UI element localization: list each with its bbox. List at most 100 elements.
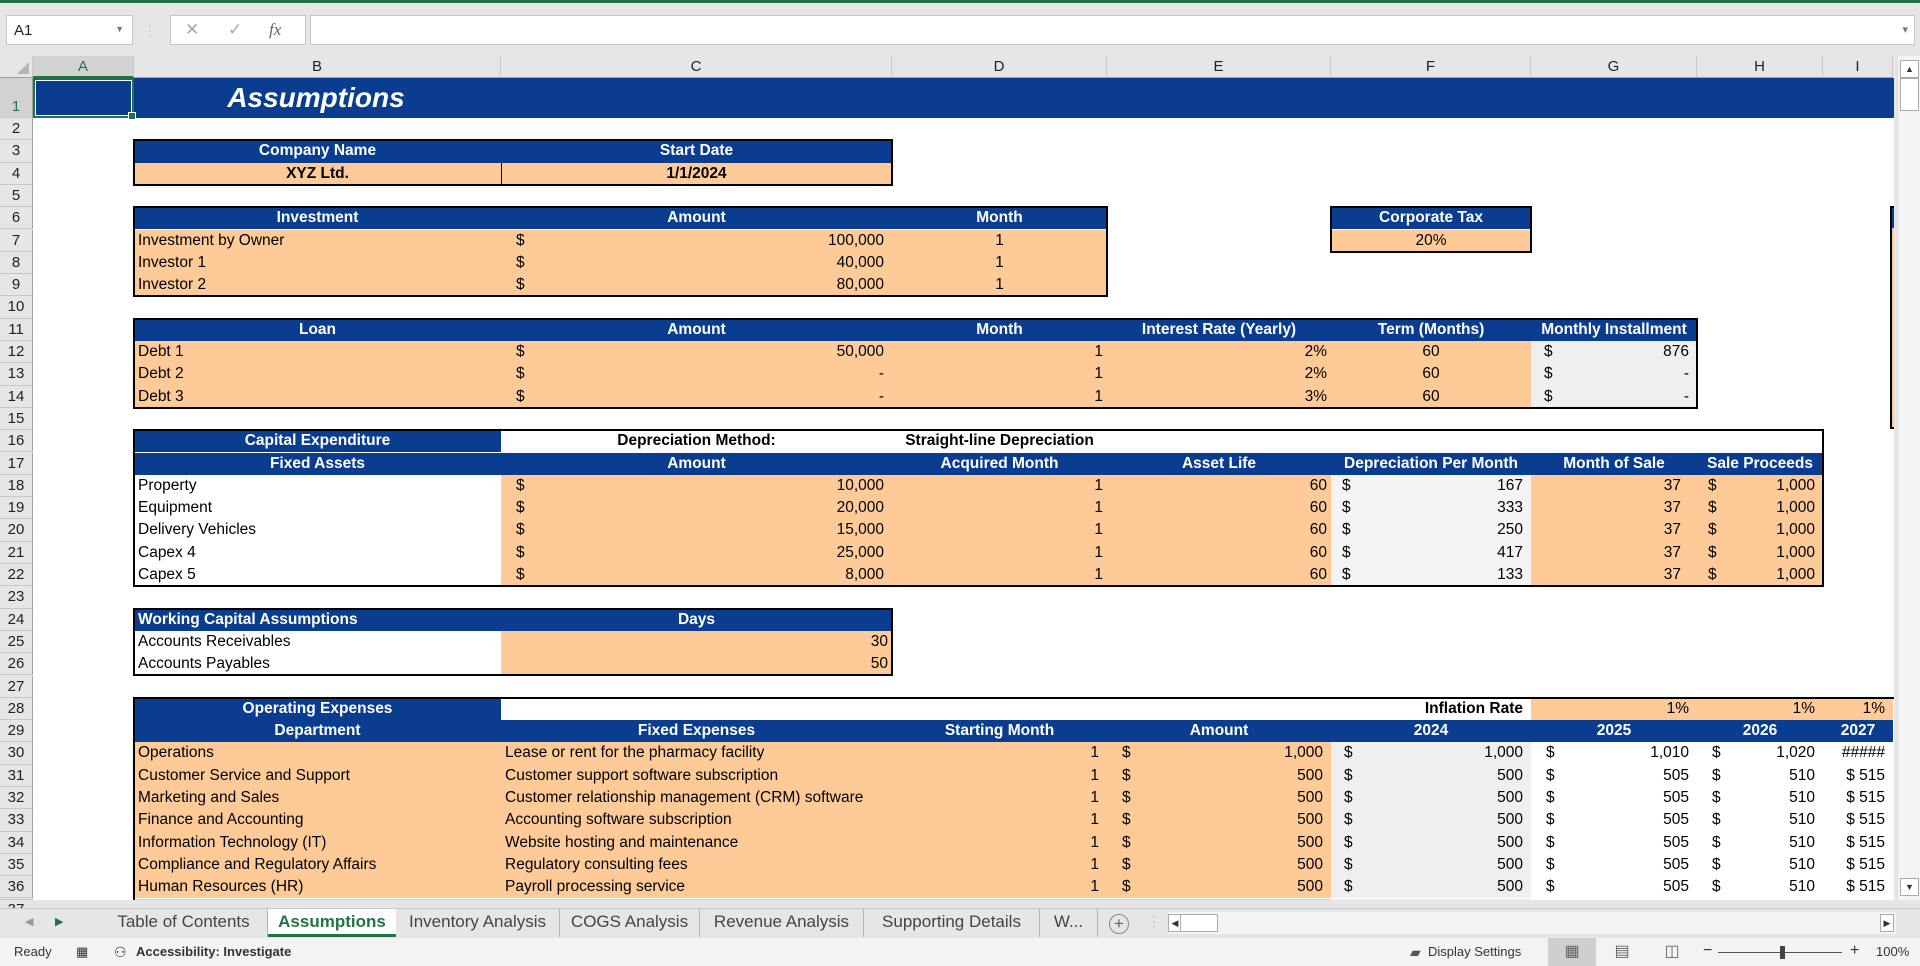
expense-2024[interactable]: 500 [1331,831,1531,854]
chevron-down-icon[interactable]: ▼ [115,24,124,34]
investment-header[interactable]: Investment [134,207,501,230]
asset-acquired-month[interactable]: 1 [892,519,1107,542]
loan-amount[interactable]: 50,000 [501,341,892,364]
starting-month[interactable]: 1 [892,787,1107,810]
asset-life[interactable]: 60 [1107,541,1331,564]
fixed-expenses-header[interactable]: Fixed Expenses [501,720,892,743]
zoom-slider[interactable] [1718,946,1842,959]
column-header-f[interactable]: F [1331,56,1531,78]
loan-amount-header[interactable]: Amount [501,318,892,341]
asset-life[interactable]: 60 [1107,519,1331,542]
expense-2027[interactable]: $ 515 [1823,876,1893,899]
row-header-33[interactable]: 33 [0,809,33,832]
expense-2024[interactable]: 500 [1331,764,1531,787]
row-header-13[interactable]: 13 [0,363,33,386]
vertical-scrollbar[interactable]: ▲ ▼ [1897,56,1920,900]
investment-amount[interactable]: 100,000 [501,229,892,252]
row-header-15[interactable]: 15 [0,407,33,431]
loan-term[interactable]: 60 [1331,363,1531,386]
starting-month[interactable]: 1 [892,809,1107,832]
company-name-value[interactable]: XYZ Ltd. [134,162,501,185]
column-header-i[interactable]: I [1823,56,1893,78]
department-name[interactable]: Human Resources (HR) [134,876,501,899]
zoom-out-button[interactable]: − [1703,942,1712,960]
working-capital-item[interactable]: Accounts Receivables [134,630,501,654]
month-of-sale[interactable]: 37 [1531,497,1697,520]
amount-header[interactable]: Amount [501,207,892,230]
month-header[interactable]: Month [892,207,1107,230]
row-header-6[interactable]: 6 [0,207,33,230]
investment-month[interactable]: 1 [892,229,1107,252]
asset-amount[interactable]: 8,000 [501,564,892,587]
expense-2027[interactable]: $ 515 [1823,831,1893,854]
asset-acquired-month[interactable]: 1 [892,541,1107,564]
row-header-2[interactable]: 2 [0,118,33,141]
sale-proceeds-header[interactable]: Sale Proceeds [1697,452,1823,475]
investment-month[interactable]: 1 [892,251,1107,275]
interest-rate-header[interactable]: Interest Rate (Yearly) [1107,318,1331,341]
zoom-in-button[interactable]: + [1850,942,1859,960]
column-header-e[interactable]: E [1107,56,1331,78]
asset-acquired-month[interactable]: 1 [892,497,1107,520]
department-name[interactable]: Quality Assurance and Control [134,898,501,900]
zoom-level[interactable]: 100% [1876,944,1909,959]
loan-name[interactable]: Debt 3 [134,385,501,408]
working-capital-item[interactable]: Accounts Payables [134,653,501,676]
department-name[interactable]: Information Technology (IT) [134,831,501,854]
month-of-sale[interactable]: 37 [1531,519,1697,542]
column-header-h[interactable]: H [1697,56,1823,78]
row-header-30[interactable]: 30 [0,742,33,765]
year-2025-header[interactable]: 2025 [1531,720,1697,743]
fixed-expense-name[interactable]: Website hosting and maintenance [501,831,892,854]
depreciation-per-month[interactable]: 250 [1331,519,1531,542]
horizontal-scrollbar[interactable]: ◀ ▶ [1168,912,1896,934]
asset-life-header[interactable]: Asset Life [1107,452,1331,475]
expense-amount[interactable]: 1,000 [1107,742,1331,765]
tab-scroll-left-icon[interactable]: ◀ [25,915,33,928]
asset-name[interactable]: Capex 5 [134,564,501,587]
asset-amount[interactable]: 20,000 [501,497,892,520]
vertical-scroll-thumb[interactable] [1900,78,1919,111]
fixed-assets-header[interactable]: Fixed Assets [134,452,501,475]
row-header-22[interactable]: 22 [0,564,33,587]
expense-2024[interactable]: 500 [1331,809,1531,832]
cancel-icon[interactable]: ✕ [185,20,199,40]
month-of-sale[interactable]: 37 [1531,474,1697,498]
row-header-12[interactable]: 12 [0,341,33,364]
expense-2027[interactable]: $ 515 [1823,787,1893,810]
days-header[interactable]: Days [501,608,892,631]
fixed-expense-name[interactable]: Payroll processing service [501,876,892,899]
row-header-18[interactable]: 18 [0,474,33,498]
loan-amount[interactable]: - [501,363,892,386]
horizontal-scroll-thumb[interactable] [1180,914,1218,932]
column-header-d[interactable]: D [892,56,1107,78]
corporate-tax-header[interactable]: Corporate Tax [1331,207,1531,230]
add-sheet-icon[interactable]: + [1109,914,1129,934]
asset-acquired-month[interactable]: 1 [892,564,1107,587]
expense-2024[interactable]: 500 [1331,853,1531,877]
expense-2027[interactable]: $ 515 [1823,764,1893,787]
start-date-header[interactable]: Start Date [501,140,892,163]
macro-record-icon[interactable]: ▦ [76,944,88,960]
row-header-5[interactable]: 5 [0,184,33,208]
row-header-20[interactable]: 20 [0,519,33,542]
expense-2024[interactable]: 500 [1331,898,1531,900]
sheet-tab-inventory-analysis[interactable]: Inventory Analysis [396,909,560,937]
sheet-tab-assumptions[interactable]: Assumptions [268,909,396,937]
selected-cell-a1[interactable] [33,78,136,120]
loan-term[interactable]: 60 [1331,385,1531,408]
department-name[interactable]: Compliance and Regulatory Affairs [134,853,501,877]
company-name-header[interactable]: Company Name [134,140,501,163]
sheet-tab-cogs-analysis[interactable]: COGS Analysis [560,909,700,937]
asset-life[interactable]: 60 [1107,497,1331,520]
tab-scroll-right-icon[interactable]: ▶ [55,915,63,928]
depreciation-per-month[interactable]: 417 [1331,541,1531,564]
expense-amount[interactable]: 500 [1107,831,1331,854]
column-header-a[interactable]: A [33,56,134,78]
row-header-29[interactable]: 29 [0,720,33,743]
row-header-14[interactable]: 14 [0,385,33,408]
expense-amount[interactable]: 500 [1107,876,1331,899]
expense-amount[interactable]: 500 [1107,898,1331,900]
page-break-view-button[interactable]: ◫ [1648,938,1696,966]
loan-month[interactable]: 1 [892,341,1107,364]
